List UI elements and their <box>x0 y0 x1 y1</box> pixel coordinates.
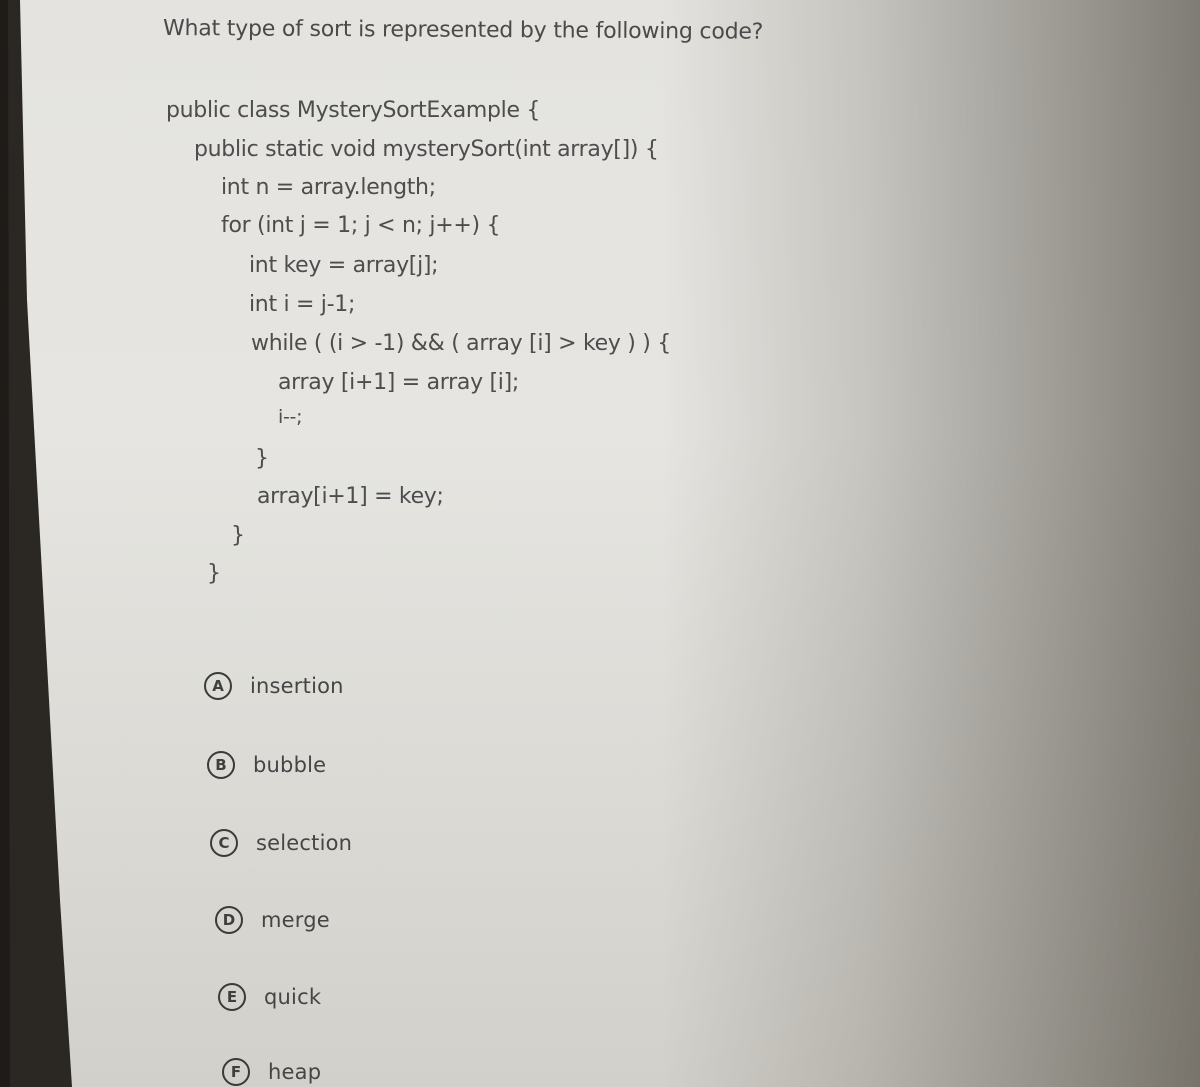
code-line: array[i+1] = key; <box>257 484 444 509</box>
option-label: merge <box>261 908 330 932</box>
code-line: int n = array.length; <box>221 175 436 200</box>
option-letter-badge: F <box>222 1058 250 1086</box>
option-b[interactable]: B bubble <box>207 751 326 779</box>
option-c[interactable]: C selection <box>210 829 352 857</box>
option-f[interactable]: F heap <box>222 1058 321 1086</box>
code-line: i--; <box>278 406 303 428</box>
code-line: int i = j-1; <box>249 292 356 317</box>
option-letter-badge: A <box>204 672 232 700</box>
code-line: public static void mysterySort(int array… <box>194 137 659 162</box>
option-d[interactable]: D merge <box>215 906 330 934</box>
code-line: int key = array[j]; <box>249 253 439 278</box>
option-label: insertion <box>250 674 344 698</box>
option-e[interactable]: E quick <box>218 983 321 1011</box>
code-line: public class MysterySortExample { <box>166 98 541 123</box>
option-label: quick <box>264 985 322 1009</box>
option-label: heap <box>268 1060 322 1084</box>
screen <box>0 0 1200 1087</box>
code-line: while ( (i > -1) && ( array [i] > key ) … <box>251 331 671 356</box>
option-label: bubble <box>253 753 327 777</box>
option-letter-badge: D <box>215 906 243 934</box>
option-label: selection <box>256 831 353 855</box>
option-letter-badge: B <box>207 751 235 779</box>
option-letter-badge: C <box>210 829 238 857</box>
option-letter-badge: E <box>218 983 246 1011</box>
code-line: array [i+1] = array [i]; <box>278 370 519 395</box>
code-line: } <box>207 561 221 586</box>
code-line: } <box>255 446 269 471</box>
code-line: for (int j = 1; j < n; j++) { <box>221 213 501 238</box>
code-line: } <box>231 523 245 548</box>
question-text: What type of sort is represented by the … <box>162 16 764 45</box>
option-a[interactable]: A insertion <box>204 672 344 700</box>
